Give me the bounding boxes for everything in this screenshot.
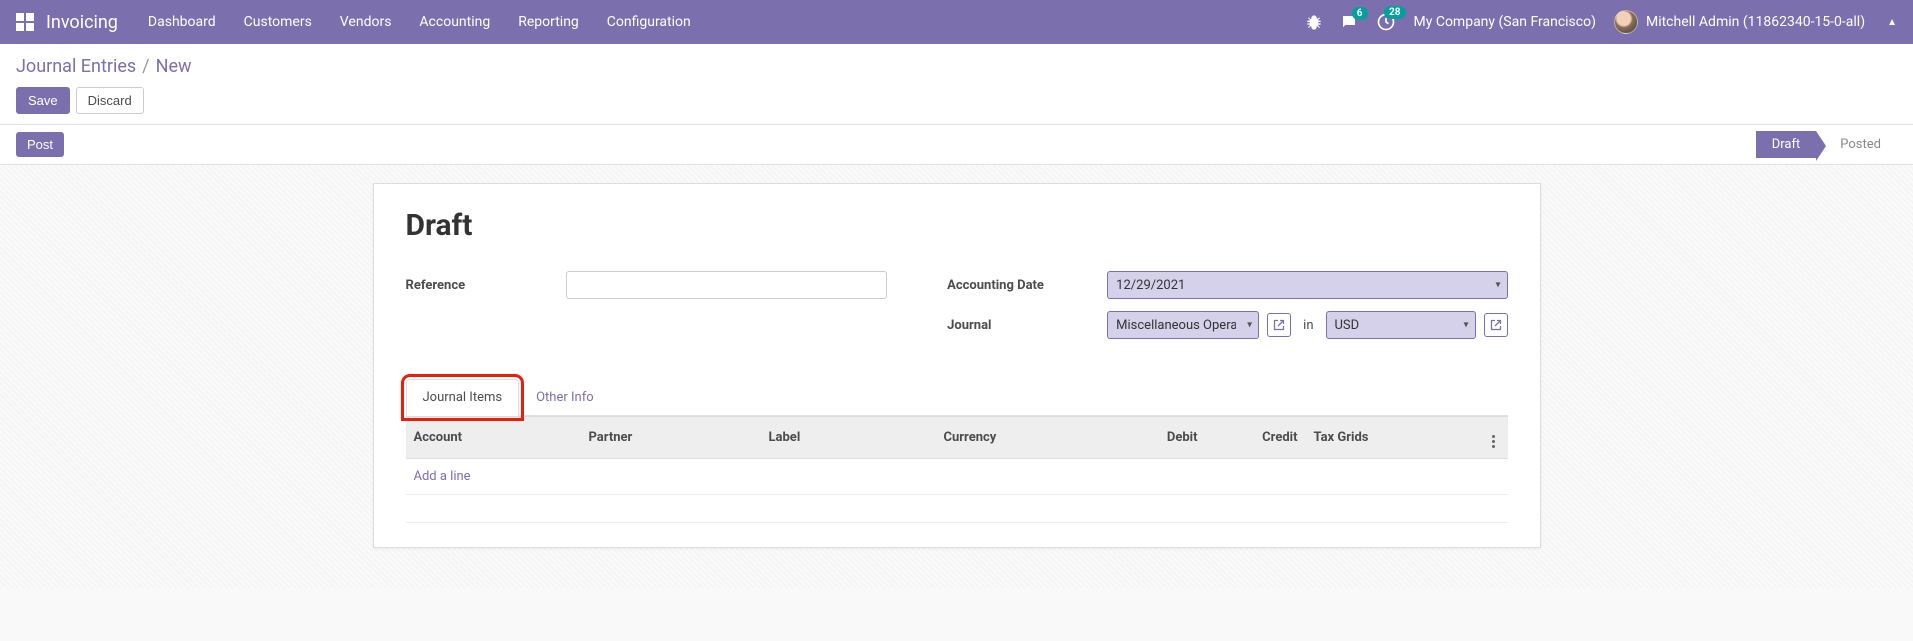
breadcrumb: Journal Entries / New bbox=[16, 56, 1897, 77]
th-credit: Credit bbox=[1206, 417, 1306, 459]
row-reference: Reference bbox=[406, 271, 888, 299]
nav-customers[interactable]: Customers bbox=[244, 14, 312, 30]
bug-icon[interactable] bbox=[1306, 14, 1322, 30]
chat-icon[interactable]: 6 bbox=[1340, 13, 1358, 31]
form-col-right: Accounting Date 12/29/2021 Journal Misce… bbox=[947, 271, 1507, 351]
status-posted[interactable]: Posted bbox=[1816, 131, 1897, 158]
label-accounting-date: Accounting Date bbox=[947, 278, 1107, 293]
app-title[interactable]: Invoicing bbox=[46, 12, 118, 33]
breadcrumb-current: New bbox=[156, 56, 192, 77]
discard-button[interactable]: Discard bbox=[76, 87, 144, 114]
activity-icon[interactable]: 28 bbox=[1376, 12, 1396, 32]
th-options bbox=[1480, 417, 1508, 459]
breadcrumb-separator: / bbox=[142, 56, 149, 77]
nav-reporting[interactable]: Reporting bbox=[518, 14, 579, 30]
tab-journal-items[interactable]: Journal Items bbox=[406, 379, 520, 416]
form-col-left: Reference bbox=[406, 271, 888, 351]
form-title: Draft bbox=[406, 208, 1508, 243]
journal-input[interactable]: Miscellaneous Operatio bbox=[1107, 311, 1259, 339]
table-row: Add a line bbox=[406, 459, 1508, 495]
nav-dashboard[interactable]: Dashboard bbox=[148, 14, 216, 30]
action-buttons: Save Discard bbox=[16, 87, 1897, 114]
apps-icon[interactable] bbox=[16, 13, 34, 31]
company-selector[interactable]: My Company (San Francisco) bbox=[1414, 14, 1596, 30]
status-draft[interactable]: Draft bbox=[1756, 131, 1817, 158]
nav-configuration[interactable]: Configuration bbox=[607, 14, 691, 30]
th-tax-grids: Tax Grids bbox=[1306, 417, 1480, 459]
post-button[interactable]: Post bbox=[16, 132, 64, 157]
label-reference: Reference bbox=[406, 278, 566, 293]
form-grid: Reference Accounting Date 12/29/2021 Jou… bbox=[406, 271, 1508, 351]
table-header-row: Account Partner Label Currency Debit Cre… bbox=[406, 417, 1508, 459]
save-button[interactable]: Save bbox=[16, 87, 70, 114]
accounting-date-value: 12/29/2021 bbox=[1116, 278, 1185, 293]
breadcrumb-parent[interactable]: Journal Entries bbox=[16, 56, 136, 77]
add-line-link[interactable]: Add a line bbox=[414, 469, 471, 484]
tab-other-info[interactable]: Other Info bbox=[519, 379, 611, 416]
th-account: Account bbox=[406, 417, 581, 459]
chat-badge: 6 bbox=[1352, 7, 1368, 20]
journal-row-inner: Miscellaneous Operatio in USD bbox=[1107, 311, 1507, 339]
journal-value: Miscellaneous Operatio bbox=[1116, 318, 1236, 333]
kebab-icon[interactable] bbox=[1492, 435, 1495, 448]
currency-external-link-icon[interactable] bbox=[1484, 313, 1508, 337]
th-partner: Partner bbox=[581, 417, 761, 459]
journal-external-link-icon[interactable] bbox=[1267, 313, 1291, 337]
row-journal: Journal Miscellaneous Operatio in USD bbox=[947, 311, 1507, 339]
user-menu[interactable]: Mitchell Admin (11862340-15-0-all) bbox=[1614, 10, 1865, 34]
topbar: Invoicing Dashboard Customers Vendors Ac… bbox=[0, 0, 1913, 44]
caret-up-icon[interactable]: ▲ bbox=[1887, 17, 1897, 28]
nav-vendors[interactable]: Vendors bbox=[340, 14, 392, 30]
nav-accounting[interactable]: Accounting bbox=[419, 14, 490, 30]
label-journal: Journal bbox=[947, 318, 1107, 333]
status-row: Post Draft Posted bbox=[0, 125, 1913, 165]
nav-menu: Dashboard Customers Vendors Accounting R… bbox=[148, 14, 691, 30]
tabs: Journal Items Other Info bbox=[406, 379, 1508, 416]
journal-items-table: Account Partner Label Currency Debit Cre… bbox=[406, 416, 1508, 523]
currency-input[interactable]: USD bbox=[1326, 311, 1476, 339]
th-currency: Currency bbox=[936, 417, 1106, 459]
activity-badge: 28 bbox=[1384, 6, 1405, 19]
th-label: Label bbox=[761, 417, 936, 459]
th-debit: Debit bbox=[1106, 417, 1206, 459]
topbar-right: 6 28 My Company (San Francisco) Mitchell… bbox=[1306, 10, 1897, 34]
reference-input[interactable] bbox=[566, 271, 888, 299]
user-name: Mitchell Admin (11862340-15-0-all) bbox=[1646, 14, 1865, 30]
topbar-left: Invoicing Dashboard Customers Vendors Ac… bbox=[16, 12, 691, 33]
content-wrap: Draft Reference Accounting Date 12/29/20… bbox=[0, 165, 1913, 588]
table-row-empty bbox=[406, 495, 1508, 523]
label-in: in bbox=[1299, 318, 1317, 333]
statusbar: Draft Posted bbox=[1756, 131, 1897, 158]
row-accounting-date: Accounting Date 12/29/2021 bbox=[947, 271, 1507, 299]
form-sheet: Draft Reference Accounting Date 12/29/20… bbox=[373, 183, 1541, 548]
avatar bbox=[1614, 10, 1638, 34]
control-panel: Journal Entries / New Save Discard bbox=[0, 44, 1913, 125]
accounting-date-input[interactable]: 12/29/2021 bbox=[1107, 271, 1507, 299]
currency-value: USD bbox=[1335, 318, 1360, 333]
